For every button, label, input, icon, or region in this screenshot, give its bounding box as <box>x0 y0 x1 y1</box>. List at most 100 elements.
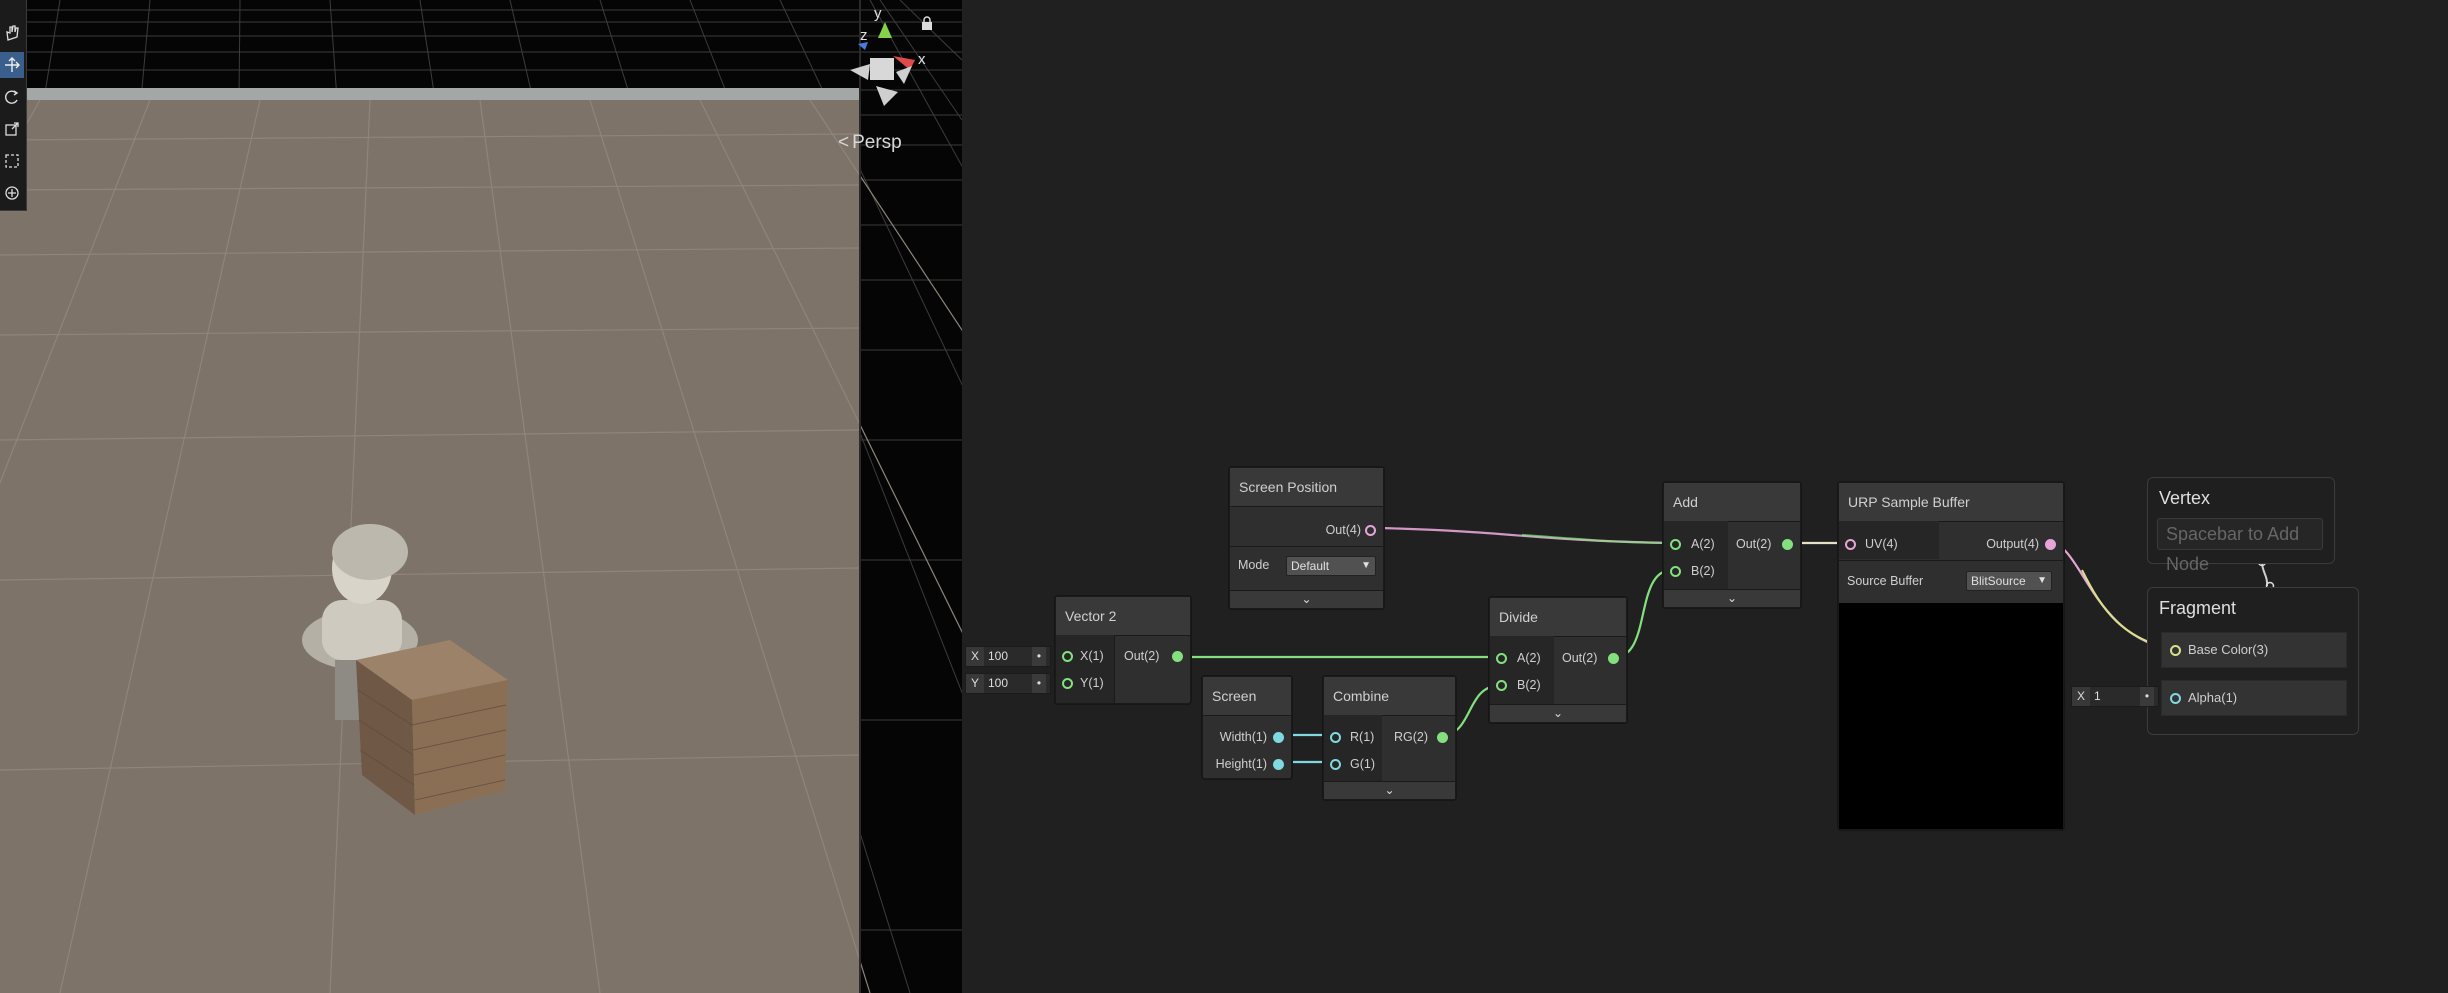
r-input-port[interactable] <box>1330 732 1341 743</box>
output-port[interactable] <box>1782 539 1793 550</box>
g-input-label: G(1) <box>1350 757 1375 771</box>
height-output-port[interactable] <box>1273 759 1284 770</box>
alpha-field-label: X <box>2072 687 2090 706</box>
a-input-port[interactable] <box>1670 539 1681 550</box>
node-expand-button[interactable]: ⌄ <box>1664 589 1800 607</box>
output-port-label: Out(2) <box>1736 537 1772 551</box>
alpha-slot[interactable]: Alpha(1) <box>2161 680 2347 716</box>
scene-tools-toolbar <box>0 0 27 211</box>
node-title: Combine <box>1324 677 1455 716</box>
shader-graph-canvas[interactable]: Screen Position Out(4) Mode Default ▼ ⌄ … <box>962 0 2448 993</box>
g-input-port[interactable] <box>1330 759 1341 770</box>
mode-value: Default <box>1291 559 1330 573</box>
move-tool-icon[interactable] <box>0 52 24 78</box>
x-input-label: X(1) <box>1080 649 1104 663</box>
lock-icon[interactable] <box>921 16 933 30</box>
output-port-label: Output(4) <box>1986 537 2039 551</box>
output-port-label: Out(2) <box>1124 649 1160 663</box>
port-separator <box>1114 635 1115 703</box>
width-output-port[interactable] <box>1273 732 1284 743</box>
block-title: Vertex <box>2159 488 2211 508</box>
output-port-label: Out(2) <box>1562 651 1598 665</box>
y-input-label: Y(1) <box>1080 676 1104 690</box>
port-link-icon: • <box>2140 687 2154 706</box>
screen-position-node[interactable]: Screen Position Out(4) Mode Default ▼ ⌄ <box>1229 467 1384 609</box>
y-input-port[interactable] <box>1062 678 1073 689</box>
alpha-value-field[interactable]: X1 • <box>2071 686 2159 707</box>
node-preview <box>1839 603 2063 829</box>
x-input-port[interactable] <box>1062 651 1073 662</box>
node-title: Screen Position <box>1230 468 1383 507</box>
rect-tool-icon[interactable] <box>0 148 24 174</box>
chevron-down-icon: ▼ <box>1361 560 1371 571</box>
node-expand-button[interactable]: ⌄ <box>1490 704 1626 722</box>
b-input-port[interactable] <box>1670 566 1681 577</box>
chevron-down-icon: ⌄ <box>1726 591 1738 605</box>
b-input-port[interactable] <box>1496 680 1507 691</box>
chevron-down-icon: ⌄ <box>1384 783 1395 797</box>
fragment-block[interactable]: Fragment Base Color(3) Alpha(1) <box>2147 587 2359 735</box>
alpha-port[interactable] <box>2170 693 2181 704</box>
chevron-left-icon: < <box>838 132 850 153</box>
b-input-label: B(2) <box>1517 678 1541 692</box>
node-divider <box>1839 560 2063 561</box>
perspective-toggle[interactable]: < Persp <box>838 132 902 154</box>
add-node[interactable]: Add A(2) B(2) Out(2) ⌄ <box>1663 482 1801 608</box>
scene-view[interactable]: y x z < Persp <box>0 0 962 993</box>
scale-tool-icon[interactable] <box>0 116 24 142</box>
base-color-slot[interactable]: Base Color(3) <box>2161 632 2347 668</box>
chevron-down-icon: ⌄ <box>1301 592 1312 606</box>
urp-sample-buffer-node[interactable]: URP Sample Buffer UV(4) Output(4) Source… <box>1838 482 2064 830</box>
svg-text:z: z <box>860 27 868 44</box>
base-color-label: Base Color(3) <box>2188 642 2269 657</box>
a-input-label: A(2) <box>1517 651 1541 665</box>
output-port[interactable] <box>1172 651 1183 662</box>
r-input-label: R(1) <box>1350 730 1375 744</box>
transform-tool-icon[interactable] <box>0 180 24 206</box>
y-field-label: Y <box>966 674 984 693</box>
output-port[interactable] <box>1608 653 1619 664</box>
x-field-label: X <box>966 647 984 666</box>
node-divider <box>1230 546 1383 547</box>
vertex-block[interactable]: Vertex Spacebar to Add Node <box>2147 477 2335 574</box>
x-value-field[interactable]: X 100 • <box>965 646 1051 667</box>
alpha-label: Alpha(1) <box>2188 690 2238 705</box>
node-expand-button[interactable]: ⌄ <box>1230 590 1383 608</box>
uv-input-label: UV(4) <box>1865 537 1898 551</box>
rotate-tool-icon[interactable] <box>0 84 24 110</box>
mode-label: Mode <box>1238 558 1270 572</box>
output-port[interactable] <box>1437 732 1448 743</box>
source-buffer-value: BlitSource <box>1971 574 2026 588</box>
screen-node[interactable]: Screen Width(1) Height(1) <box>1202 676 1292 779</box>
node-title: Add <box>1664 483 1800 522</box>
y-field-value[interactable]: 100 <box>984 674 1008 693</box>
output-port-label: RG(2) <box>1394 730 1429 744</box>
scene-viewport-render: y x z <box>0 0 962 993</box>
node-title: Vector 2 <box>1056 597 1190 636</box>
base-color-port[interactable] <box>2170 645 2181 656</box>
vector2-node[interactable]: Vector 2 X(1) Y(1) Out(2) <box>1055 596 1191 704</box>
height-output-label: Height(1) <box>1215 757 1267 771</box>
node-expand-button[interactable]: ⌄ <box>1324 781 1455 799</box>
uv-input-port[interactable] <box>1845 539 1856 550</box>
source-buffer-dropdown[interactable]: BlitSource ▼ <box>1966 571 2052 591</box>
alpha-field-value[interactable]: 1 <box>2090 687 2101 706</box>
mode-dropdown[interactable]: Default ▼ <box>1286 556 1376 576</box>
hand-tool-icon[interactable] <box>0 20 24 46</box>
port-link-icon: • <box>1032 647 1046 666</box>
port-link-icon: • <box>1032 674 1046 693</box>
divide-node[interactable]: Divide A(2) B(2) Out(2) ⌄ <box>1489 597 1627 723</box>
combine-node[interactable]: Combine R(1) G(1) RG(2) ⌄ <box>1323 676 1456 800</box>
add-node-placeholder[interactable]: Spacebar to Add Node <box>2157 518 2323 574</box>
view-mode-label: Persp <box>852 132 902 153</box>
node-title: URP Sample Buffer <box>1839 483 2063 522</box>
chevron-down-icon: ▼ <box>2037 575 2047 586</box>
output-port[interactable] <box>1365 525 1376 536</box>
y-value-field[interactable]: Y 100 • <box>965 673 1051 694</box>
output-port[interactable] <box>2045 539 2056 550</box>
width-output-label: Width(1) <box>1219 730 1267 744</box>
x-field-value[interactable]: 100 <box>984 647 1008 666</box>
node-title: Divide <box>1490 598 1626 637</box>
a-input-port[interactable] <box>1496 653 1507 664</box>
block-title: Fragment <box>2159 598 2237 618</box>
